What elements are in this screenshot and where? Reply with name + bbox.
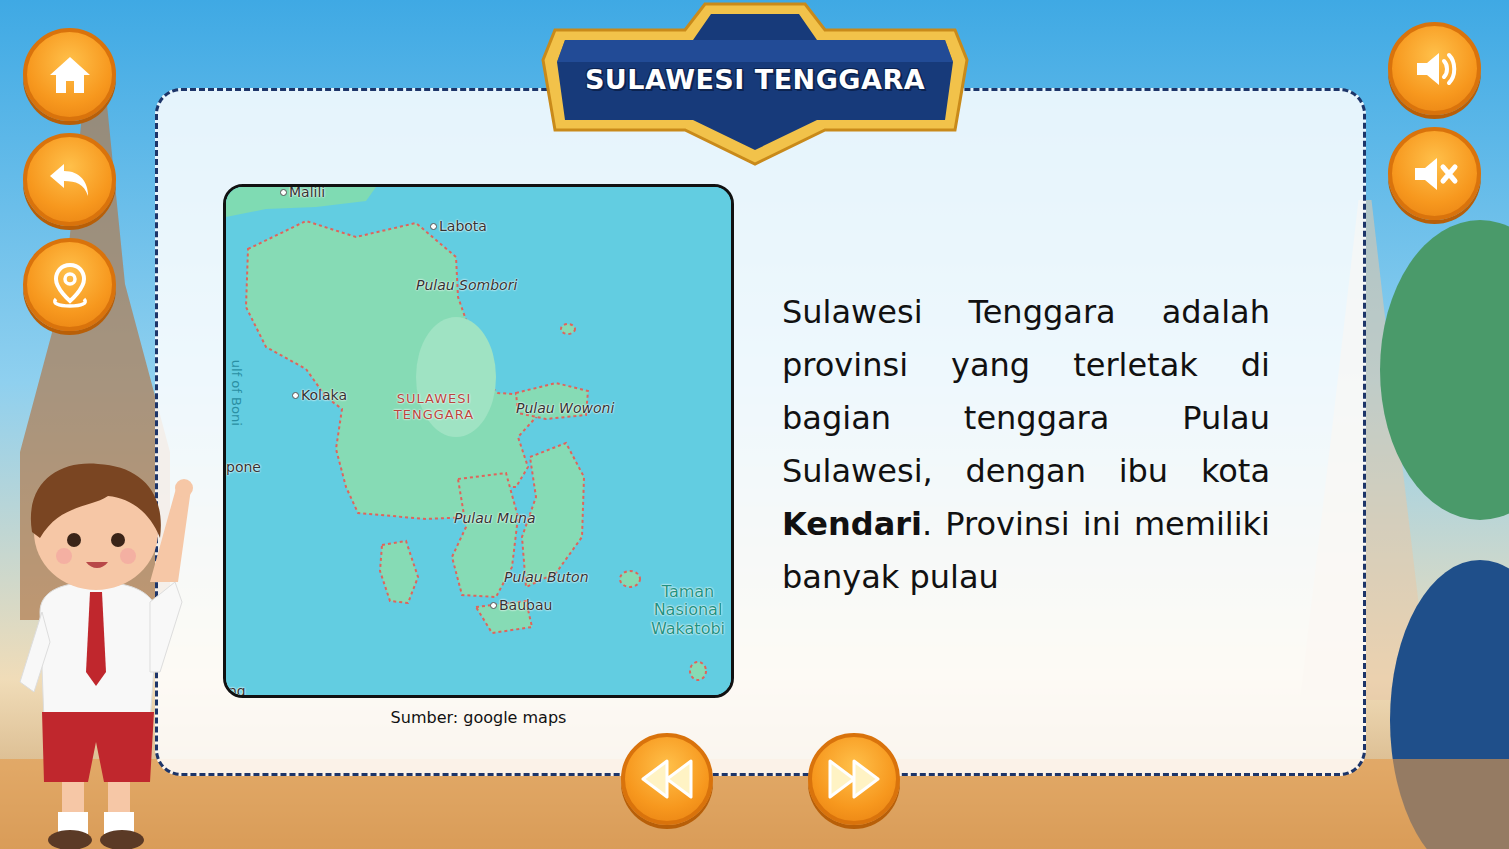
map-label: ulf of Boni — [228, 360, 244, 440]
home-icon — [44, 49, 96, 101]
game-screen: Malili Labota Pulau Sombori Kolaka SULAWESI … — [0, 0, 1509, 849]
fast-forward-icon — [826, 757, 882, 801]
description-text: Sulawesi Tenggara adalah provinsi yang t… — [782, 286, 1270, 604]
bush-decoration — [1390, 560, 1509, 849]
town-dot-icon — [292, 392, 299, 399]
map-label: Pulau Wowoni — [516, 400, 614, 417]
map-label: SULAWESI TENGGARA — [384, 391, 484, 422]
map-caption: Sumber: google maps — [391, 708, 567, 727]
bush-decoration — [1380, 220, 1509, 520]
map-label: Malili — [280, 184, 325, 201]
map-label: Kolaka — [292, 387, 347, 404]
map-label: ng — [228, 683, 246, 698]
town-dot-icon — [280, 189, 287, 196]
back-button[interactable] — [23, 133, 116, 226]
map-label: pone — [226, 459, 261, 476]
map-label: Taman Nasional Wakatobi — [638, 583, 734, 638]
map-label: Labota — [430, 218, 487, 235]
content-panel: Malili Labota Pulau Sombori Kolaka SULAWESI … — [155, 88, 1366, 776]
home-button[interactable] — [23, 28, 116, 121]
speaker-muted-icon — [1409, 148, 1461, 200]
map-label: Pulau Muna — [454, 510, 536, 527]
sound-on-button[interactable] — [1388, 22, 1481, 115]
next-button[interactable] — [808, 733, 900, 825]
map-label: Pulau Buton — [504, 569, 589, 586]
title-banner: SULAWESI TENGGARA — [535, 0, 975, 168]
right-toolbar — [1366, 0, 1509, 849]
rewind-icon — [639, 757, 695, 801]
map-label: Baubau — [490, 597, 552, 614]
location-button[interactable] — [23, 238, 116, 331]
student-character — [0, 442, 200, 849]
back-arrow-icon — [44, 154, 96, 206]
page-navigation — [621, 733, 900, 825]
mute-button[interactable] — [1388, 127, 1481, 220]
page-title: SULAWESI TENGGARA — [585, 64, 925, 95]
town-dot-icon — [430, 223, 437, 230]
map-label: Pulau Sombori — [416, 277, 517, 294]
province-map: Malili Labota Pulau Sombori Kolaka SULAWESI … — [223, 184, 734, 698]
previous-button[interactable] — [621, 733, 713, 825]
town-dot-icon — [490, 602, 497, 609]
location-pin-icon — [44, 259, 96, 311]
speaker-icon — [1409, 43, 1461, 95]
